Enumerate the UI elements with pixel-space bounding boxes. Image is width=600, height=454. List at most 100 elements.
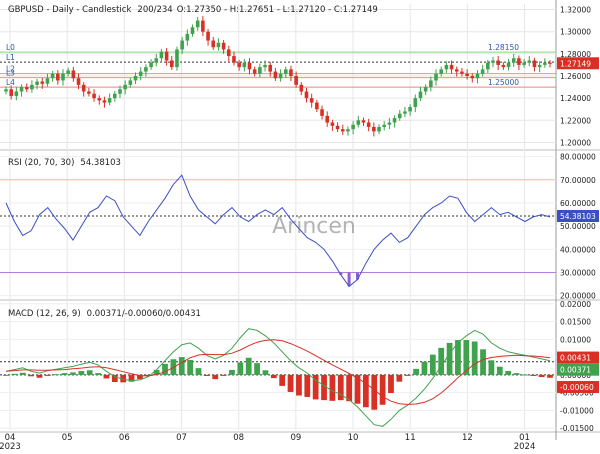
- candle-body[interactable]: [45, 78, 50, 84]
- candle-body[interactable]: [527, 60, 532, 63]
- candle-body[interactable]: [423, 87, 428, 92]
- macd-histogram-bar[interactable]: [496, 366, 503, 375]
- candle-body[interactable]: [501, 64, 506, 68]
- candle-body[interactable]: [263, 64, 267, 68]
- candle-body[interactable]: [4, 89, 8, 92]
- candle-body[interactable]: [382, 124, 387, 127]
- candle-body[interactable]: [185, 33, 190, 41]
- candle-body[interactable]: [71, 70, 76, 79]
- candle-body[interactable]: [175, 49, 179, 68]
- candle-body[interactable]: [61, 73, 65, 81]
- macd-histogram-bar[interactable]: [187, 359, 194, 375]
- candle-body[interactable]: [361, 120, 366, 123]
- macd-histogram-bar[interactable]: [195, 368, 202, 375]
- macd-histogram-bar[interactable]: [270, 374, 277, 379]
- candle-body[interactable]: [40, 81, 45, 84]
- candle-body[interactable]: [522, 62, 526, 65]
- candle-body[interactable]: [81, 84, 86, 92]
- candle-body[interactable]: [258, 67, 262, 74]
- candle-body[interactable]: [372, 126, 376, 132]
- candle-body[interactable]: [211, 40, 216, 48]
- candle-body[interactable]: [19, 87, 24, 92]
- candle-body[interactable]: [107, 98, 112, 103]
- candle-body[interactable]: [517, 58, 521, 65]
- candle-body[interactable]: [537, 64, 542, 68]
- candle-body[interactable]: [149, 62, 153, 68]
- macd-histogram-bar[interactable]: [396, 374, 403, 382]
- candle-body[interactable]: [366, 122, 371, 127]
- candle-body[interactable]: [496, 60, 500, 65]
- macd-histogram-bar[interactable]: [178, 357, 185, 375]
- candle-body[interactable]: [532, 60, 537, 68]
- macd-histogram-bar[interactable]: [480, 349, 486, 375]
- candle-body[interactable]: [180, 40, 184, 50]
- candle-body[interactable]: [66, 70, 70, 74]
- macd-histogram-bar[interactable]: [329, 374, 336, 401]
- macd-histogram-bar[interactable]: [421, 361, 428, 375]
- candle-body[interactable]: [299, 84, 304, 92]
- candle-body[interactable]: [340, 129, 345, 132]
- macd-histogram-bar[interactable]: [36, 374, 43, 378]
- macd-histogram-bar[interactable]: [19, 372, 26, 375]
- candle-body[interactable]: [133, 76, 138, 81]
- candle-body[interactable]: [289, 69, 293, 76]
- candle-body[interactable]: [237, 62, 241, 68]
- candle-body[interactable]: [56, 73, 60, 81]
- candle-body[interactable]: [128, 80, 133, 85]
- candle-body[interactable]: [309, 98, 314, 103]
- macd-histogram-bar[interactable]: [162, 363, 168, 375]
- macd-histogram-bar[interactable]: [3, 374, 9, 376]
- candle-body[interactable]: [543, 62, 547, 65]
- candle-body[interactable]: [195, 20, 200, 28]
- candle-body[interactable]: [30, 84, 34, 90]
- candle-body[interactable]: [294, 76, 298, 85]
- candle-body[interactable]: [418, 91, 423, 99]
- macd-histogram-bar[interactable]: [44, 374, 51, 376]
- macd-histogram-bar[interactable]: [388, 374, 394, 394]
- macd-histogram-bar[interactable]: [429, 354, 436, 375]
- candle-body[interactable]: [242, 62, 247, 68]
- candle-body[interactable]: [486, 62, 490, 70]
- macd-histogram-bar[interactable]: [304, 374, 311, 397]
- macd-histogram-bar[interactable]: [296, 374, 302, 396]
- macd-histogram-bar[interactable]: [86, 370, 93, 375]
- macd-histogram-bar[interactable]: [346, 374, 353, 402]
- macd-histogram-bar[interactable]: [362, 374, 369, 408]
- candle-body[interactable]: [232, 56, 236, 63]
- candle-body[interactable]: [50, 73, 55, 79]
- candle-body[interactable]: [320, 109, 324, 116]
- macd-histogram-bar[interactable]: [70, 372, 76, 375]
- candle-body[interactable]: [226, 49, 231, 57]
- candle-body[interactable]: [123, 84, 127, 90]
- candle-body[interactable]: [413, 98, 418, 108]
- candle-body[interactable]: [76, 78, 81, 85]
- macd-histogram-bar[interactable]: [203, 374, 210, 376]
- candle-body[interactable]: [206, 31, 210, 41]
- macd-histogram-bar[interactable]: [538, 374, 545, 378]
- candle-body[interactable]: [24, 87, 29, 90]
- candle-body[interactable]: [439, 69, 443, 74]
- macd-histogram-bar[interactable]: [245, 357, 252, 375]
- macd-histogram-bar[interactable]: [446, 342, 453, 375]
- candle-body[interactable]: [403, 111, 407, 114]
- candle-body[interactable]: [118, 89, 122, 94]
- macd-histogram-bar[interactable]: [53, 374, 60, 376]
- candle-body[interactable]: [304, 91, 309, 99]
- candle-body[interactable]: [102, 100, 107, 103]
- macd-histogram-bar[interactable]: [513, 373, 520, 375]
- macd-histogram-bar[interactable]: [287, 374, 294, 392]
- candle-body[interactable]: [315, 102, 319, 110]
- macd-histogram-bar[interactable]: [78, 370, 85, 375]
- candle-body[interactable]: [113, 93, 117, 99]
- candle-body[interactable]: [392, 118, 397, 123]
- candle-body[interactable]: [164, 51, 169, 61]
- macd-histogram-bar[interactable]: [488, 360, 495, 375]
- candle-body[interactable]: [144, 67, 148, 72]
- candle-body[interactable]: [470, 76, 475, 79]
- candle-body[interactable]: [87, 91, 91, 94]
- candle-body[interactable]: [506, 62, 511, 68]
- candle-body[interactable]: [273, 71, 278, 79]
- macd-histogram-bar[interactable]: [321, 374, 327, 401]
- candle-body[interactable]: [169, 60, 174, 68]
- macd-histogram-bar[interactable]: [505, 370, 512, 375]
